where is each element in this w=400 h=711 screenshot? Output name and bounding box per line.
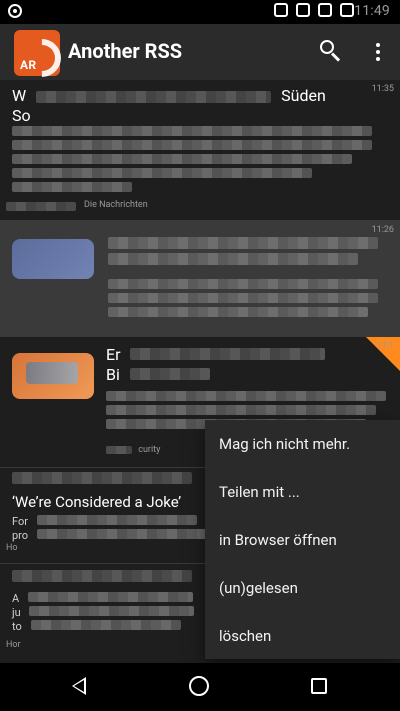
- back-icon[interactable]: [72, 677, 86, 695]
- battery-icon: [340, 3, 354, 17]
- menu-item-toggle-read[interactable]: (un)gelesen: [205, 564, 400, 612]
- hotspot-icon: [274, 3, 288, 17]
- feed-item-title: Er Bi: [106, 345, 360, 385]
- search-icon[interactable]: [320, 40, 342, 62]
- notification-icon: [8, 4, 22, 18]
- feed-item-thumbnail: [12, 239, 94, 279]
- app-logo-text: AR: [20, 58, 37, 72]
- feed-item-source: curity: [106, 445, 160, 455]
- feed-item-title: W Süden So: [12, 86, 326, 125]
- feed-item-time: 11:26: [371, 225, 394, 235]
- signal-icon: [318, 3, 332, 17]
- app-title: Another RSS: [68, 39, 183, 63]
- menu-item-delete[interactable]: löschen: [205, 612, 400, 660]
- status-time: 11:49: [354, 3, 390, 19]
- feed-item-source: Die Nachrichten: [84, 200, 148, 210]
- menu-item-open-browser[interactable]: in Browser öffnen: [205, 516, 400, 564]
- overflow-menu-icon[interactable]: [370, 40, 386, 64]
- context-menu: Mag ich nicht mehr. Teilen mit ... in Br…: [205, 420, 400, 659]
- app-logo: AR: [14, 30, 60, 76]
- app-bar: AR Another RSS: [0, 24, 400, 80]
- recent-apps-icon[interactable]: [311, 678, 327, 694]
- vibrate-icon: [296, 3, 310, 17]
- feed-item-source: Hor: [6, 640, 21, 650]
- feed-item-thumbnail: [12, 353, 94, 399]
- feed-item[interactable]: 11:26: [0, 221, 400, 336]
- home-icon[interactable]: [189, 676, 209, 696]
- status-bar: 11:49: [0, 0, 400, 24]
- feed-item-source: Ho: [6, 543, 18, 553]
- feed-item-description: [12, 126, 390, 196]
- feed-item-description: [108, 279, 388, 321]
- navigation-bar: [0, 663, 400, 711]
- search-handle: [330, 52, 341, 62]
- menu-item-dislike[interactable]: Mag ich nicht mehr.: [205, 420, 400, 468]
- menu-item-share[interactable]: Teilen mit ...: [205, 468, 400, 516]
- feed-item-time: 11:1: [376, 341, 394, 351]
- feed-item[interactable]: W Süden So 11:35 Die Nachrichten: [0, 80, 400, 220]
- status-icons: [274, 3, 354, 17]
- feed-item-title: [108, 237, 388, 269]
- feed-item-time: 11:35: [371, 84, 394, 94]
